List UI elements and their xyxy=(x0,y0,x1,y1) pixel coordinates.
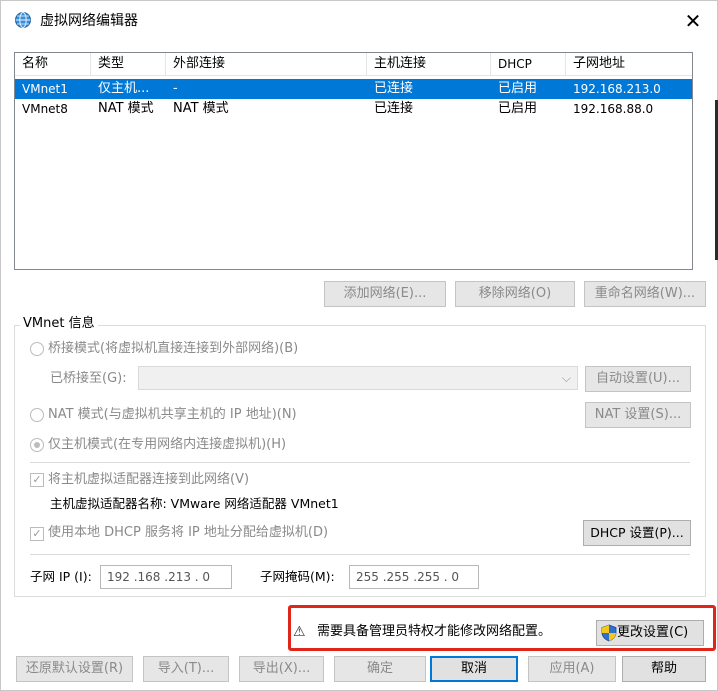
cell-name: VMnet8 xyxy=(22,102,68,116)
column-header-type[interactable]: 类型 xyxy=(91,53,166,75)
cell-type: NAT 模式 xyxy=(98,101,154,116)
cell-subnet: 192.168.88.0 xyxy=(573,102,654,116)
change-settings-label: 更改设置(C) xyxy=(617,625,689,640)
cell-type: 仅主机... xyxy=(98,81,150,96)
nat-settings-button[interactable]: NAT 设置(S)... xyxy=(585,402,691,428)
divider xyxy=(30,462,690,463)
connect-adapter-label: 将主机虚拟适配器连接到此网络(V) xyxy=(48,472,250,487)
close-icon[interactable]: ✕ xyxy=(680,8,706,34)
cancel-button[interactable]: 取消 xyxy=(430,656,518,682)
use-dhcp-checkbox[interactable]: ✓ xyxy=(30,527,44,541)
subnet-mask-input[interactable]: 255 .255 .255 . 0 xyxy=(349,565,479,589)
cell-subnet: 192.168.213.0 xyxy=(573,82,661,96)
list-header: 名称 类型 外部连接 主机连接 DHCP 子网地址 xyxy=(15,53,692,76)
cell-external: - xyxy=(173,81,178,96)
divider xyxy=(30,554,690,555)
column-header-name[interactable]: 名称 xyxy=(15,53,91,75)
vmnet-info-label: VMnet 信息 xyxy=(20,316,98,332)
column-header-subnet[interactable]: 子网地址 xyxy=(566,53,692,75)
table-row[interactable]: VMnet8 NAT 模式 NAT 模式 已连接 已启用 192.168.88.… xyxy=(15,99,692,119)
chevron-down-icon: ⌵ xyxy=(561,371,571,385)
adapter-name-label: 主机虚拟适配器名称: VMware 网络适配器 VMnet1 xyxy=(50,496,339,511)
bridged-to-label: 已桥接至(G): xyxy=(50,371,127,386)
help-button[interactable]: 帮助 xyxy=(622,656,706,682)
uac-shield-icon xyxy=(601,624,617,642)
nat-mode-radio[interactable] xyxy=(30,408,44,422)
admin-notice-text: 需要具备管理员特权才能修改网络配置。 xyxy=(317,624,552,639)
column-header-dhcp[interactable]: DHCP xyxy=(491,53,566,75)
change-settings-button[interactable]: 更改设置(C) xyxy=(596,620,704,646)
use-dhcp-label: 使用本地 DHCP 服务将 IP 地址分配给虚拟机(D) xyxy=(48,525,329,540)
network-list[interactable]: 名称 类型 外部连接 主机连接 DHCP 子网地址 VMnet1 仅主机... … xyxy=(14,52,693,270)
column-header-external[interactable]: 外部连接 xyxy=(166,53,367,75)
table-row[interactable]: VMnet1 仅主机... - 已连接 已启用 192.168.213.0 xyxy=(15,79,692,99)
rename-network-button[interactable]: 重命名网络(W)... xyxy=(584,281,706,307)
column-header-host[interactable]: 主机连接 xyxy=(367,53,491,75)
dhcp-settings-button[interactable]: DHCP 设置(P)... xyxy=(583,520,691,546)
export-button[interactable]: 导出(X)... xyxy=(239,656,324,682)
cell-external: NAT 模式 xyxy=(173,101,229,116)
window-title: 虚拟网络编辑器 xyxy=(40,13,138,29)
ok-button[interactable]: 确定 xyxy=(334,656,426,682)
subnet-mask-label: 子网掩码(M): xyxy=(260,569,335,584)
add-network-button[interactable]: 添加网络(E)... xyxy=(324,281,446,307)
cell-name: VMnet1 xyxy=(22,82,68,96)
cell-host: 已连接 xyxy=(374,81,414,96)
bridged-to-dropdown[interactable]: ⌵ xyxy=(138,366,578,390)
auto-settings-button[interactable]: 自动设置(U)... xyxy=(585,366,691,392)
remove-network-button[interactable]: 移除网络(O) xyxy=(455,281,575,307)
bridge-mode-label: 桥接模式(将虚拟机直接连接到外部网络)(B) xyxy=(48,341,299,356)
restore-defaults-button[interactable]: 还原默认设置(R) xyxy=(16,656,133,682)
subnet-ip-input[interactable]: 192 .168 .213 . 0 xyxy=(100,565,232,589)
nat-mode-label: NAT 模式(与虚拟机共享主机的 IP 地址)(N) xyxy=(48,407,297,422)
cell-host: 已连接 xyxy=(374,101,414,116)
connect-adapter-checkbox[interactable]: ✓ xyxy=(30,473,44,487)
cell-dhcp: 已启用 xyxy=(498,81,538,96)
host-only-mode-label: 仅主机模式(在专用网络内连接虚拟机)(H) xyxy=(48,437,287,452)
bridge-mode-radio[interactable] xyxy=(30,342,44,356)
network-globe-icon xyxy=(14,11,32,29)
subnet-ip-label: 子网 IP (I): xyxy=(30,569,92,584)
cell-dhcp: 已启用 xyxy=(498,101,538,116)
host-only-mode-radio[interactable] xyxy=(30,438,44,452)
warning-icon: ⚠ xyxy=(293,624,306,640)
import-button[interactable]: 导入(T)... xyxy=(143,656,229,682)
apply-button[interactable]: 应用(A) xyxy=(528,656,616,682)
